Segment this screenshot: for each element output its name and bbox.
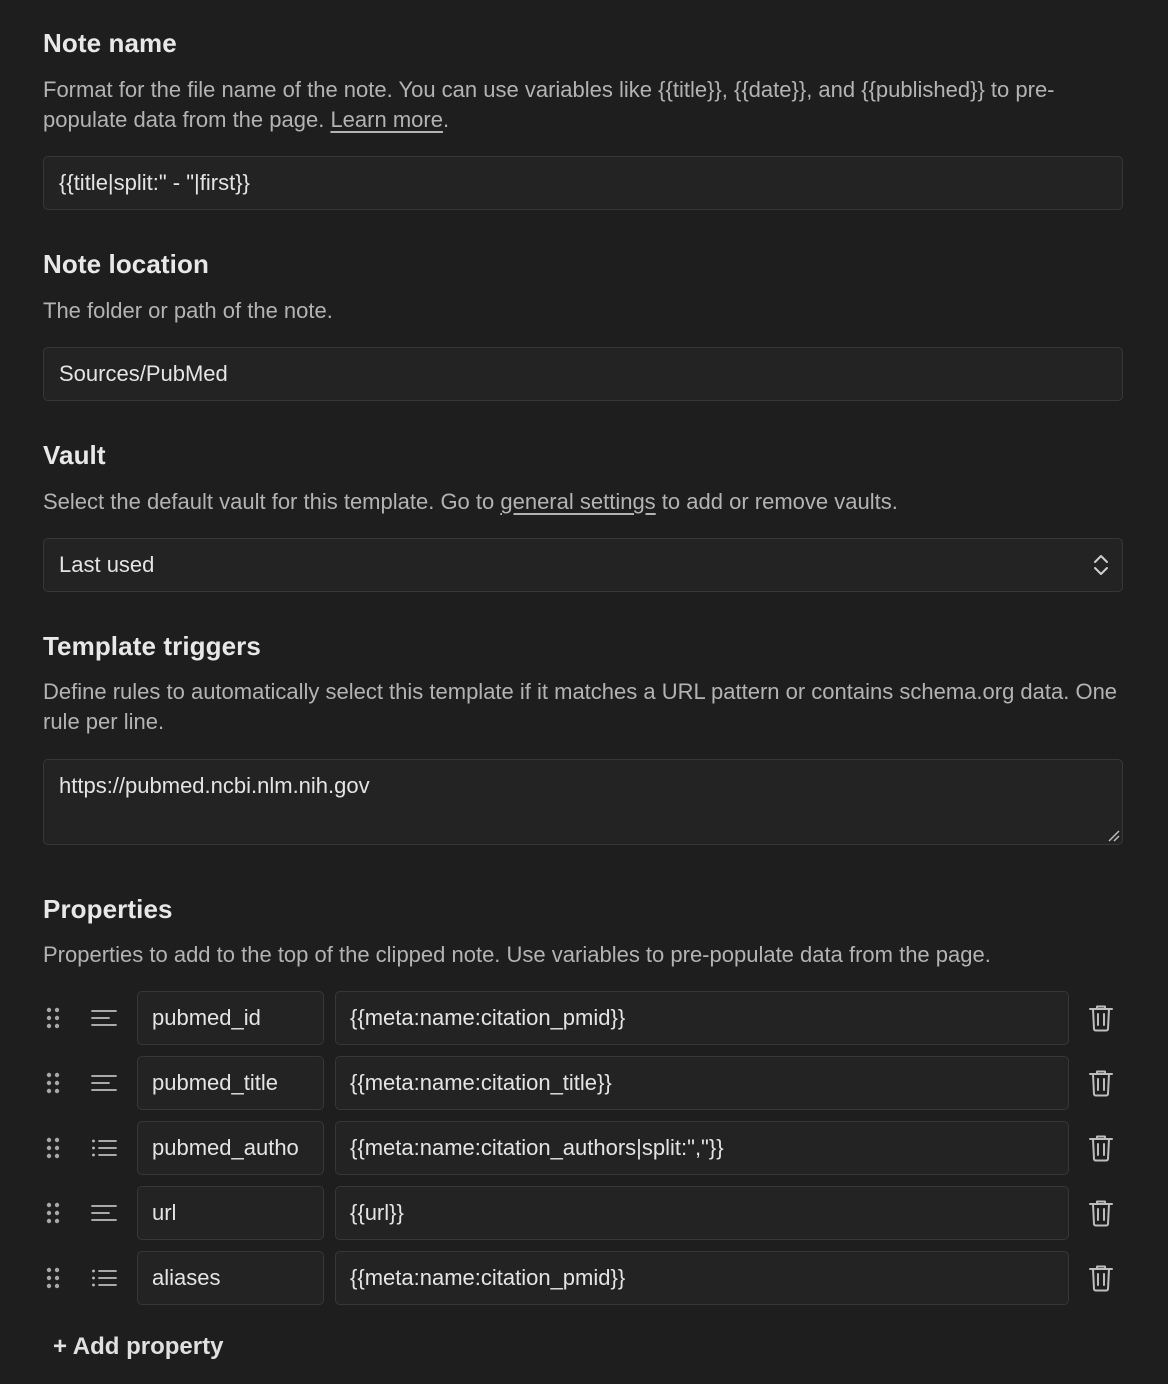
property-row: pubmed_title {{meta:name:citation_title}} bbox=[43, 1056, 1123, 1110]
properties-title: Properties bbox=[43, 894, 173, 924]
property-name-input[interactable]: pubmed_title bbox=[137, 1056, 324, 1110]
property-value-text: {{meta:name:citation_authors|split:","}} bbox=[350, 1135, 724, 1160]
vault-title: Vault bbox=[43, 440, 106, 470]
property-value-text: {{meta:name:citation_title}} bbox=[350, 1070, 612, 1095]
text-icon[interactable] bbox=[91, 1202, 117, 1224]
property-name-value: url bbox=[152, 1200, 177, 1225]
note-name-input[interactable]: {{title|split:" - "|first}} bbox=[43, 156, 1123, 210]
triggers-textarea[interactable]: https://pubmed.ncbi.nlm.nih.gov bbox=[43, 759, 1123, 845]
drag-handle-icon[interactable] bbox=[46, 1266, 60, 1290]
property-value-input[interactable]: {{meta:name:citation_pmid}} bbox=[335, 991, 1069, 1045]
trash-icon[interactable] bbox=[1088, 1264, 1114, 1292]
trash-icon[interactable] bbox=[1088, 1134, 1114, 1162]
triggers-description: Define rules to automatically select thi… bbox=[43, 679, 1118, 734]
vault-selected-value: Last used bbox=[59, 552, 155, 577]
trash-icon[interactable] bbox=[1088, 1199, 1114, 1227]
property-name-input[interactable]: aliases bbox=[137, 1251, 324, 1305]
property-value-input[interactable]: {{meta:name:citation_authors|split:","}} bbox=[335, 1121, 1069, 1175]
list-icon[interactable] bbox=[91, 1137, 117, 1159]
property-row: pubmed_id {{meta:name:citation_pmid}} bbox=[43, 991, 1123, 1045]
learn-more-link[interactable]: Learn more bbox=[330, 107, 443, 132]
property-name-input[interactable]: url bbox=[137, 1186, 324, 1240]
property-name-input[interactable]: pubmed_autho bbox=[137, 1121, 324, 1175]
add-property-button[interactable]: + Add property bbox=[53, 1333, 223, 1361]
property-value-text: {{meta:name:citation_pmid}} bbox=[350, 1005, 626, 1030]
note-location-title: Note location bbox=[43, 249, 209, 279]
text-icon[interactable] bbox=[91, 1072, 117, 1094]
property-row: url {{url}} bbox=[43, 1186, 1123, 1240]
vault-description: Select the default vault for this templa… bbox=[43, 487, 1123, 517]
general-settings-link[interactable]: general settings bbox=[500, 489, 655, 514]
vault-select[interactable]: Last used bbox=[43, 538, 1123, 592]
resize-handle-icon[interactable] bbox=[1106, 828, 1120, 842]
note-name-desc-text: Format for the file name of the note. Yo… bbox=[43, 77, 1055, 132]
note-location-value: Sources/PubMed bbox=[59, 361, 228, 386]
note-name-description: Format for the file name of the note. Yo… bbox=[43, 75, 1123, 135]
note-location-description: The folder or path of the note. bbox=[43, 298, 333, 323]
property-name-input[interactable]: pubmed_id bbox=[137, 991, 324, 1045]
drag-handle-icon[interactable] bbox=[46, 1136, 60, 1160]
note-name-title: Note name bbox=[43, 28, 177, 58]
triggers-title: Template triggers bbox=[43, 631, 261, 661]
list-icon[interactable] bbox=[91, 1267, 117, 1289]
property-value-input[interactable]: {{meta:name:citation_title}} bbox=[335, 1056, 1069, 1110]
property-name-value: aliases bbox=[152, 1265, 221, 1290]
drag-handle-icon[interactable] bbox=[46, 1201, 60, 1225]
property-name-value: pubmed_autho bbox=[152, 1135, 299, 1160]
text-icon[interactable] bbox=[91, 1007, 117, 1029]
note-name-value: {{title|split:" - "|first}} bbox=[59, 170, 250, 195]
drag-handle-icon[interactable] bbox=[46, 1006, 60, 1030]
note-name-desc-end: . bbox=[442, 107, 450, 132]
note-location-input[interactable]: Sources/PubMed bbox=[43, 347, 1123, 401]
triggers-value: https://pubmed.ncbi.nlm.nih.gov bbox=[59, 773, 370, 798]
chevron-up-down-icon bbox=[1094, 555, 1108, 575]
vault-desc-text: Select the default vault for this templa… bbox=[43, 489, 501, 514]
property-row: aliases {{meta:name:citation_pmid}} bbox=[43, 1251, 1123, 1305]
property-value-text: {{url}} bbox=[350, 1200, 404, 1225]
property-value-input[interactable]: {{meta:name:citation_pmid}} bbox=[335, 1251, 1069, 1305]
property-value-input[interactable]: {{url}} bbox=[335, 1186, 1069, 1240]
vault-desc-end: to add or remove vaults. bbox=[655, 489, 898, 514]
property-value-text: {{meta:name:citation_pmid}} bbox=[350, 1265, 626, 1290]
properties-description: Properties to add to the top of the clip… bbox=[43, 942, 991, 967]
property-row: pubmed_autho {{meta:name:citation_authors… bbox=[43, 1121, 1123, 1175]
trash-icon[interactable] bbox=[1088, 1069, 1114, 1097]
property-name-value: pubmed_title bbox=[152, 1070, 278, 1095]
property-name-value: pubmed_id bbox=[152, 1005, 261, 1030]
trash-icon[interactable] bbox=[1088, 1004, 1114, 1032]
drag-handle-icon[interactable] bbox=[46, 1071, 60, 1095]
